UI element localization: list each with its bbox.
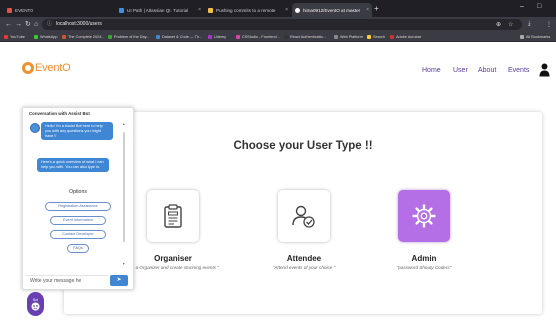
nav-user[interactable]: User	[453, 67, 468, 74]
browser-tab[interactable]: EVENT0	[4, 3, 40, 17]
option-registration-assistance[interactable]: Registration Assistance	[45, 202, 111, 211]
browser-tab-strip: EVENT0 UI Path | Atlassian Qt. Tutorial …	[0, 0, 556, 17]
bookmark-favicon-icon	[62, 35, 66, 39]
download-icon[interactable]: ⤓	[528, 21, 531, 28]
bookmark-favicon-icon	[156, 35, 160, 39]
site-logo[interactable]: EventO	[22, 62, 71, 74]
bookmark-item[interactable]: WhatsApp	[34, 33, 58, 41]
attendee-tile[interactable]	[278, 190, 330, 242]
chat-message: Here's a quick overview of what I can he…	[37, 158, 109, 172]
scroll-up-icon[interactable]: ▲	[122, 122, 125, 126]
page-title: Choose your User Type !!	[233, 140, 373, 152]
close-tab-icon[interactable]: ×	[198, 7, 201, 13]
youtube-icon	[4, 35, 8, 39]
new-tab-icon[interactable]: +	[374, 4, 379, 13]
chat-launcher-button[interactable]: Bot	[27, 292, 44, 316]
tab-title: UI Path | Atlassian Qt. Tutorial	[127, 7, 189, 13]
tab-favicon-icon	[119, 7, 124, 13]
bookmarks-bar: YouTube WhatsApp The Complete 2024... Pr…	[0, 32, 556, 42]
bookmark-favicon-icon	[108, 35, 112, 39]
bookmark-item[interactable]: CSStudio - Frontend...	[236, 33, 280, 41]
bookmark-item[interactable]: React Authenticatio...	[284, 33, 326, 41]
organiser-tile[interactable]	[147, 190, 199, 242]
search-icon	[367, 35, 371, 39]
address-url: localhost:3000/users	[56, 21, 102, 27]
admin-tile[interactable]	[398, 190, 450, 242]
send-icon: ➤	[116, 277, 122, 283]
browser-toolbar: ← → ↻ ⌂ ⓘ localhost:3000/users ⊕ ☆ ⤓ ⋮	[0, 17, 556, 32]
option-contact-developer[interactable]: Contact Developer	[50, 230, 106, 239]
nav-about[interactable]: About	[478, 67, 496, 74]
nav-home[interactable]: Home	[422, 67, 441, 74]
whatsapp-icon	[34, 35, 38, 39]
github-icon	[295, 7, 300, 13]
bookmark-item[interactable]: Udemy	[208, 33, 226, 41]
bookmark-favicon-icon	[284, 35, 288, 39]
option-faqs[interactable]: FAQs	[67, 244, 89, 253]
send-button[interactable]: ➤	[110, 275, 128, 286]
acrobat-icon	[390, 35, 394, 39]
gear-icon	[412, 204, 436, 228]
close-tab-icon[interactable]: ×	[285, 7, 288, 13]
bookmark-favicon-icon	[334, 35, 338, 39]
logo-ring-icon	[22, 62, 34, 74]
user-icon[interactable]	[539, 63, 550, 77]
browser-tab[interactable]: UI Path | Atlassian Qt. Tutorial ×	[116, 3, 204, 17]
site-info-icon[interactable]: ⓘ	[47, 19, 52, 30]
bookmark-item[interactable]: The Complete 2024...	[62, 33, 105, 41]
bookmark-item[interactable]: YouTube	[4, 33, 25, 41]
close-tab-icon[interactable]: ×	[366, 7, 369, 13]
bookmark-item[interactable]: All Bookmarks	[520, 33, 550, 41]
bookmark-item[interactable]: Web Platform	[334, 33, 363, 41]
role-description: "Attend events of your choice "	[272, 265, 336, 270]
tab-title: Pushing commits to a remote	[216, 7, 276, 13]
option-event-information[interactable]: Event Information	[50, 216, 106, 225]
bookmark-item[interactable]: Problem of the Day...	[108, 33, 149, 41]
user-check-icon	[292, 205, 315, 228]
scroll-down-icon[interactable]: ▼	[122, 262, 125, 266]
bookmark-item[interactable]: Dataset & Code — Th...	[156, 33, 202, 41]
role-attendee[interactable]: Attendee "Attend events of your choice "	[244, 190, 364, 271]
back-icon[interactable]: ←	[5, 20, 12, 29]
role-name: Admin	[411, 254, 437, 263]
tab-title: hima0912/EventO at master	[303, 7, 361, 13]
scroll-thumb[interactable]	[123, 132, 125, 242]
options-label: Options	[69, 189, 87, 195]
logo-text: EventO	[35, 62, 71, 74]
extension-icon[interactable]: ⊕	[496, 21, 501, 28]
bot-icon	[31, 302, 40, 310]
bot-avatar	[30, 123, 40, 133]
browser-tab[interactable]: Pushing commits to a remote ×	[205, 3, 291, 17]
minimize-icon[interactable]: –	[520, 3, 524, 10]
bookmark-item[interactable]: Adobe Acrobat	[390, 33, 421, 41]
role-name: Attendee	[286, 254, 322, 263]
udemy-icon	[208, 35, 212, 39]
chat-scrollbar[interactable]: ▲ ▼	[122, 122, 126, 272]
forward-icon[interactable]: →	[15, 20, 22, 29]
reload-icon[interactable]: ↻	[25, 20, 31, 29]
chat-header: Conversation with Assist Bot	[29, 111, 90, 116]
document-icon	[164, 204, 182, 228]
menu-icon[interactable]: ⋮	[546, 21, 552, 28]
bookmark-star-icon[interactable]: ☆	[508, 21, 513, 28]
address-bar[interactable]: ⓘ localhost:3000/users	[42, 19, 522, 30]
nav-events[interactable]: Events	[508, 67, 529, 74]
home-icon[interactable]: ⌂	[34, 20, 38, 29]
role-description: "password Shouty Coders"	[396, 265, 452, 270]
chat-message: Hello! I'm a Assist Bot here to help you…	[41, 122, 113, 141]
folder-icon	[520, 35, 524, 39]
bookmark-favicon-icon	[236, 35, 240, 39]
maximize-icon[interactable]: □	[537, 3, 541, 10]
role-admin[interactable]: Admin "password Shouty Coders"	[364, 190, 484, 271]
tab-favicon-icon	[7, 7, 12, 13]
chat-message-input[interactable]	[26, 275, 108, 286]
browser-tab-active[interactable]: hima0912/EventO at master ×	[292, 3, 372, 17]
site-header: EventO Home User About Events	[0, 42, 556, 102]
bookmark-item[interactable]: Search	[367, 33, 385, 41]
user-type-card: Choose your User Type !! Organiser "Be a…	[64, 112, 542, 314]
tab-title: EVENT0	[15, 7, 33, 13]
tab-favicon-icon	[208, 7, 213, 13]
chat-widget: Conversation with Assist Bot Hello! I'm …	[22, 107, 134, 290]
